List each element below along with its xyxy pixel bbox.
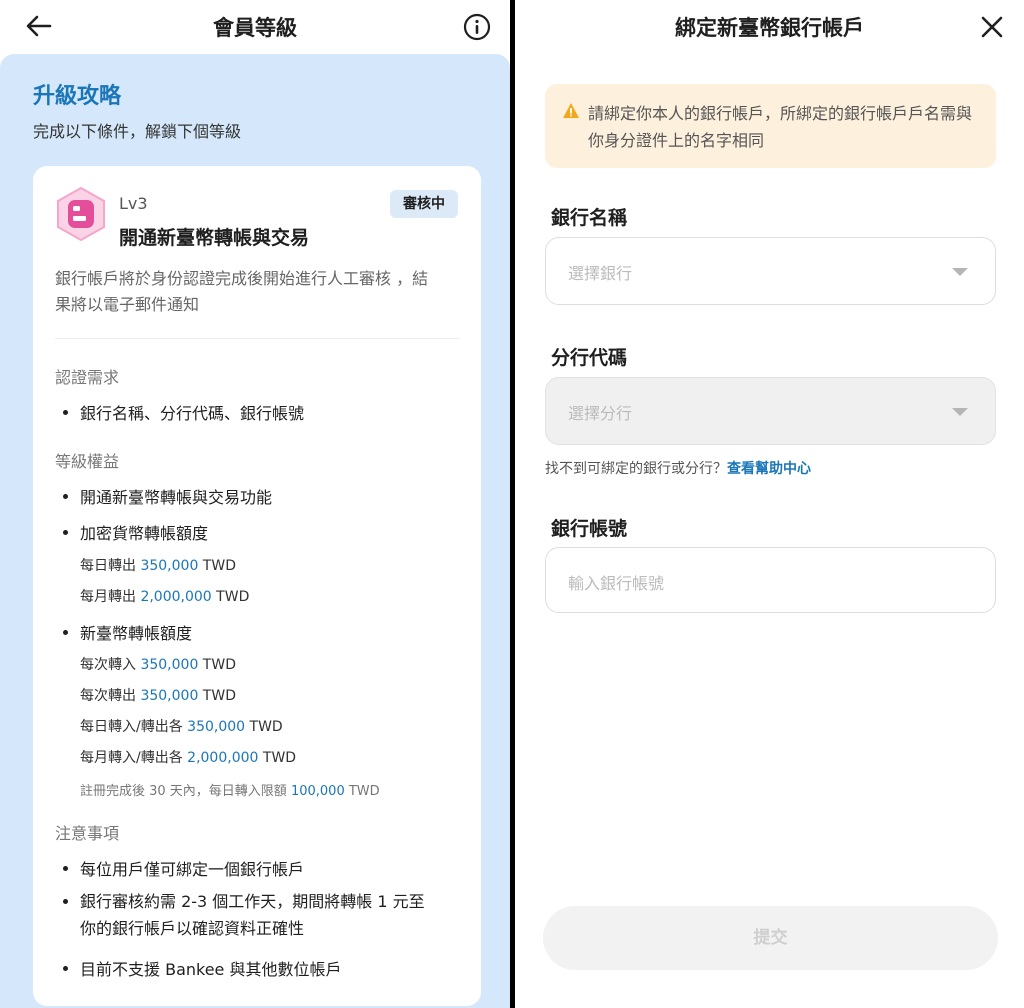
level-card: Lv3 開通新臺幣轉帳與交易 審核中 銀行帳戶將於身份認證完成後開始進行人工審核… [33,166,481,1006]
list-item: 開通新臺幣轉帳與交易功能 [63,484,272,508]
note-text: 目前不支援 Bankee 與其他數位帳戶 [80,960,342,979]
divider [55,338,459,339]
branch-select-placeholder: 選擇分行 [568,404,633,423]
bank-name-label: 銀行名稱 [551,207,628,229]
status-badge: 審核中 [390,190,458,218]
note-text: 銀行審核約需 2-3 個工作天，期間將轉帳 1 元至你的銀行帳戶以確認資料正確性 [80,892,425,938]
bank-select[interactable]: 選擇銀行 [545,237,996,305]
warning-icon [563,103,579,118]
limit-line: 每日轉出 350,000 TWD [80,558,236,574]
chevron-down-icon [952,268,968,276]
help-center-link[interactable]: 查看幫助中心 [727,461,811,477]
info-icon[interactable] [462,12,492,42]
account-number-placeholder: 輸入銀行帳號 [568,574,665,593]
top-bar: 會員等級 [0,0,510,54]
submit-button[interactable]: 提交 [543,906,998,970]
member-level-screen: 會員等級 升級攻略 完成以下條件，解鎖下個等級 Lv3 開通新臺幣轉帳與交易 審… [0,0,510,1008]
level-description: 銀行帳戶將於身份認證完成後開始進行人工審核 ，結果將以電子郵件通知 [55,269,429,314]
requirement-text: 銀行名稱、分行代碼、銀行帳號 [80,404,305,423]
benefit-text: 新臺幣轉帳額度 [80,624,193,643]
account-number-input[interactable]: 輸入銀行帳號 [545,547,996,613]
limit-line: 每次轉出 350,000 TWD [80,688,236,704]
list-item: 目前不支援 Bankee 與其他數位帳戶 [63,956,341,980]
branch-select[interactable]: 選擇分行 [545,377,996,445]
guide-subtitle: 完成以下條件，解鎖下個等級 [33,122,242,141]
list-item: 加密貨幣轉帳額度 [63,520,208,544]
benefits-heading: 等級權益 [55,452,120,471]
list-item: 銀行名稱、分行代碼、銀行帳號 [63,400,304,424]
help-text: 找不到可綁定的銀行或分行？ [545,461,727,477]
warning-text: 請綁定你本人的銀行帳戶，所綁定的銀行帳戶戶名需與你身分證件上的名字相同 [588,104,973,150]
notes-heading: 注意事項 [55,824,120,843]
limit-line: 每次轉入 350,000 TWD [80,657,236,673]
account-number-label: 銀行帳號 [551,518,628,540]
level-title: 開通新臺幣轉帳與交易 [119,227,310,249]
new-user-limit-note: 註冊完成後 30 天內，每日轉入限額 100,000 TWD [80,784,380,799]
bank-select-placeholder: 選擇銀行 [568,264,633,283]
limit-line: 每日轉入/轉出各 350,000 TWD [80,719,283,735]
limit-line: 每月轉出 2,000,000 TWD [80,589,250,605]
level-badge-icon [57,186,105,242]
guide-title: 升級攻略 [33,84,122,109]
chevron-down-icon [952,408,968,416]
bind-bank-account-screen: 綁定新臺幣銀行帳戶 請綁定你本人的銀行帳戶，所綁定的銀行帳戶戶名需與你身分證件上… [515,0,1024,1008]
list-item: 銀行審核約需 2-3 個工作天，期間將轉帳 1 元至你的銀行帳戶以確認資料正確性 [63,888,440,942]
list-item: 新臺幣轉帳額度 [63,620,192,644]
page-title: 綁定新臺幣銀行帳戶 [675,16,864,40]
benefit-text: 加密貨幣轉帳額度 [80,524,209,543]
page-title: 會員等級 [213,16,297,40]
benefit-text: 開通新臺幣轉帳與交易功能 [80,488,273,507]
warning-banner: 請綁定你本人的銀行帳戶，所綁定的銀行帳戶戶名需與你身分證件上的名字相同 [545,84,996,168]
list-item: 每位用戶僅可綁定一個銀行帳戶 [63,856,304,880]
branch-code-label: 分行代碼 [551,347,628,369]
limit-line: 每月轉入/轉出各 2,000,000 TWD [80,750,297,766]
level-label: Lv3 [119,194,148,213]
requirements-heading: 認證需求 [55,368,120,387]
help-line: 找不到可綁定的銀行或分行？查看幫助中心 [545,458,811,478]
close-icon[interactable] [979,14,1005,40]
note-text: 每位用戶僅可綁定一個銀行帳戶 [80,860,305,879]
upgrade-guide-panel: 升級攻略 完成以下條件，解鎖下個等級 Lv3 開通新臺幣轉帳與交易 審核中 銀行… [0,54,510,1008]
